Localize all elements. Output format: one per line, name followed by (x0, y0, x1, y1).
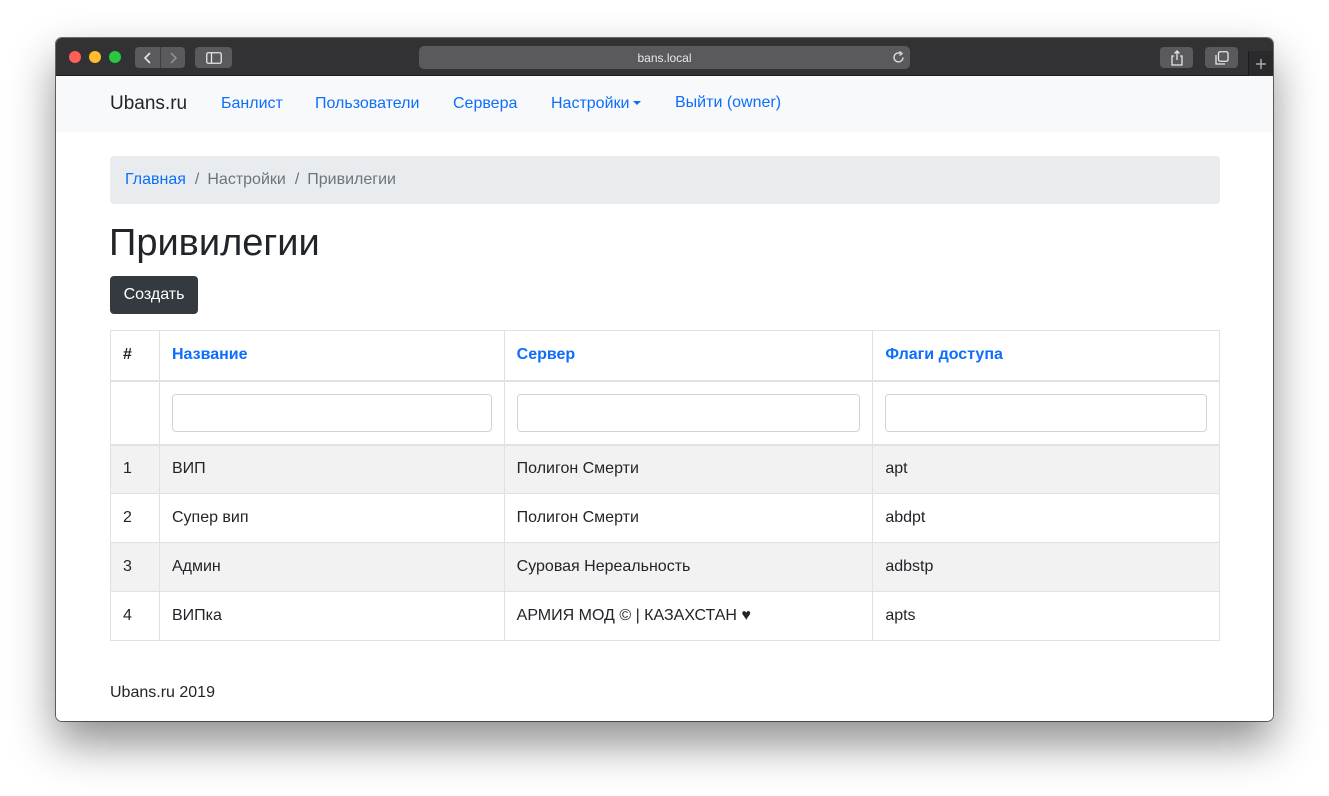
sidebar-toggle-button[interactable] (195, 47, 232, 68)
breadcrumb-separator: / (294, 171, 300, 188)
filter-cell-flags (872, 380, 1220, 446)
tabs-icon (1214, 50, 1229, 65)
table-header-row: # Название Сервер Флаги доступа (110, 330, 1220, 382)
sort-by-flags-link[interactable]: Флаги доступа (885, 346, 1003, 363)
cell-flags: abdpt (872, 493, 1220, 543)
tab-overview-button[interactable] (1205, 47, 1238, 68)
table-row[interactable]: 2 Супер вип Полигон Смерти abdpt (110, 493, 1220, 543)
table-row[interactable]: 1 ВИП Полигон Смерти apt (110, 444, 1220, 494)
minimize-window-icon[interactable] (89, 51, 101, 63)
cell-flags: apts (872, 591, 1220, 641)
filter-cell-name (158, 380, 505, 446)
cell-flags: adbstp (872, 542, 1220, 592)
create-button[interactable]: Создать (110, 276, 198, 314)
nav-link-banlist[interactable]: Банлист (221, 95, 283, 113)
breadcrumb-home-link[interactable]: Главная (125, 171, 186, 189)
cell-name: Админ (158, 542, 505, 592)
sidebar-icon (205, 51, 222, 64)
breadcrumb-separator: / (194, 171, 200, 188)
cell-number: 4 (110, 591, 160, 641)
filter-cell-server (503, 380, 874, 446)
cell-number: 1 (110, 444, 160, 494)
forward-button[interactable] (160, 47, 185, 68)
cell-server: Полигон Смерти (503, 493, 874, 543)
cell-number: 2 (110, 493, 160, 543)
footer-text: Ubans.ru 2019 (110, 684, 215, 701)
cell-server: АРМИЯ МОД © | КАЗАХСТАН ♥ (503, 591, 874, 641)
navbar-brand[interactable]: Ubans.ru (110, 93, 187, 115)
close-window-icon[interactable] (69, 51, 81, 63)
column-header-flags: Флаги доступа (872, 330, 1220, 382)
column-header-name: Название (158, 330, 505, 382)
nav-link-servers[interactable]: Сервера (453, 95, 517, 113)
privileges-table: # Название Сервер Флаги доступа 1 ВИП По… (110, 330, 1220, 641)
cell-number: 3 (110, 542, 160, 592)
filter-cell-empty (110, 380, 160, 446)
table-row[interactable]: 4 ВИПка АРМИЯ МОД © | КАЗАХСТАН ♥ apts (110, 591, 1220, 641)
cell-name: ВИП (158, 444, 505, 494)
table-row[interactable]: 3 Админ Суровая Нереальность adbstp (110, 542, 1220, 592)
caret-down-icon (633, 101, 642, 105)
cell-flags: apt (872, 444, 1220, 494)
chevron-left-icon (143, 51, 151, 64)
filter-name-input[interactable] (171, 393, 492, 432)
site-navbar: Ubans.ru Банлист Пользователи Сервера На… (56, 76, 1273, 132)
address-url: bans.local (637, 50, 692, 65)
column-header-server: Сервер (503, 330, 874, 382)
back-button[interactable] (135, 47, 160, 68)
sort-by-server-link[interactable]: Сервер (517, 346, 576, 363)
nav-link-users[interactable]: Пользователи (315, 95, 419, 113)
cell-name: Супер вип (158, 493, 505, 543)
browser-titlebar: bans.local (56, 38, 1273, 76)
history-navigation (135, 47, 185, 68)
nav-link-logout[interactable]: Выйти (owner) (675, 94, 781, 112)
address-bar[interactable]: bans.local (419, 46, 910, 69)
nav-link-settings-label: Настройки (551, 95, 630, 112)
zoom-window-icon[interactable] (109, 51, 121, 63)
breadcrumb-settings: Настройки (207, 171, 286, 188)
table-filter-row (110, 380, 1220, 446)
plus-icon (1256, 58, 1266, 69)
new-tab-button[interactable] (1248, 51, 1273, 76)
chevron-right-icon (170, 51, 178, 64)
cell-name: ВИПка (158, 591, 505, 641)
cell-server: Полигон Смерти (503, 444, 874, 494)
share-icon (1170, 49, 1183, 66)
sort-by-name-link[interactable]: Название (172, 346, 248, 363)
filter-server-input[interactable] (516, 393, 861, 432)
reload-icon[interactable] (891, 50, 906, 65)
share-button[interactable] (1160, 47, 1193, 68)
page-title: Привилегии (109, 222, 320, 264)
nav-link-settings-dropdown[interactable]: Настройки (551, 95, 642, 113)
browser-window: bans.local Ubans.ru Банлист Пользователи… (56, 38, 1273, 721)
cell-server: Суровая Нереальность (503, 542, 874, 592)
column-header-number: # (110, 330, 160, 382)
filter-flags-input[interactable] (885, 393, 1207, 432)
page-viewport: Ubans.ru Банлист Пользователи Сервера На… (56, 76, 1273, 721)
breadcrumb-current: Привилегии (307, 171, 396, 188)
breadcrumb: Главная / Настройки / Привилегии (110, 156, 1220, 204)
